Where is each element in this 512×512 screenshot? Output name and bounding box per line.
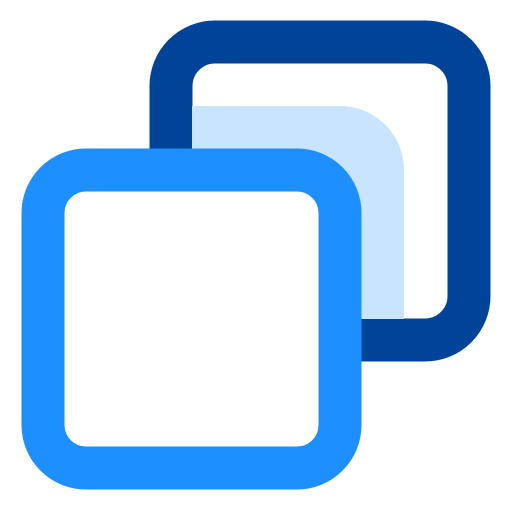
copy-icon-svg: [21, 20, 491, 490]
icon-canvas: [0, 0, 512, 512]
copy-icon: [0, 0, 512, 512]
front-square-fill: [43, 170, 340, 468]
